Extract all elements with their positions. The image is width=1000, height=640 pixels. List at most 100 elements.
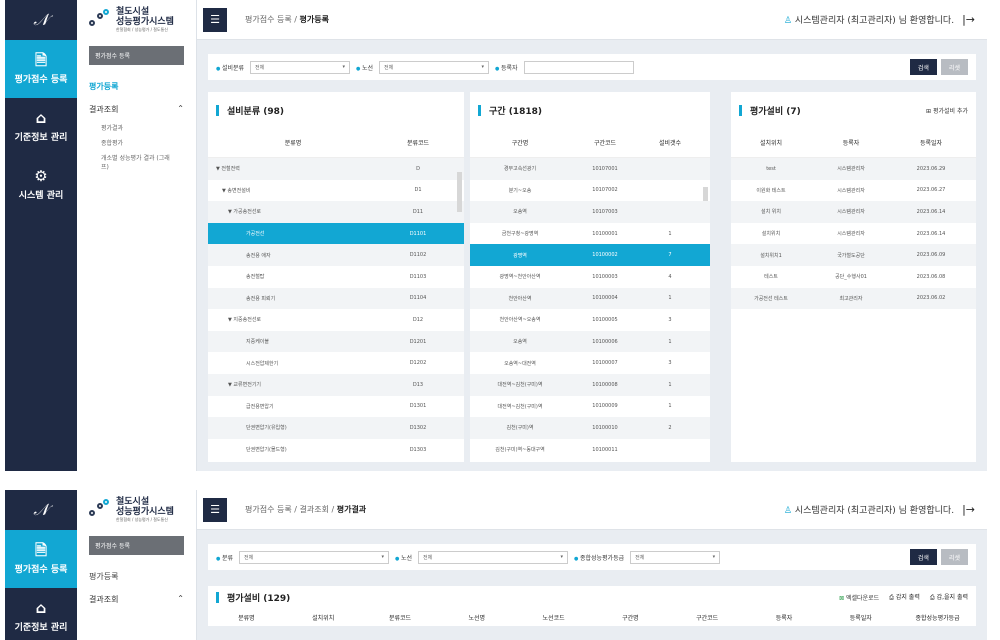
rail-item-system[interactable]: ⚙ 시스템 관리 (5, 156, 77, 214)
user-greeting[interactable]: ♙ 시스템관리자 (최고관리자) 님 환영합니다. (784, 503, 954, 516)
search-button[interactable]: 검색 (909, 549, 937, 565)
column-header[interactable]: 분류명 (208, 613, 285, 622)
add-equipment-button[interactable]: ⊞ 평가설비 추가 (926, 106, 968, 115)
logout-icon[interactable]: |→ (962, 503, 975, 516)
table-row[interactable]: 가공전선 D1101 (208, 222, 464, 245)
table-row[interactable]: 대전역~김천(구미)역 10100008 1 (470, 373, 710, 396)
line-select[interactable]: 전체 ▾ (418, 550, 568, 564)
table-row[interactable]: 설치위치1 국가철도공단 2023.06.09 (731, 244, 976, 266)
table-row[interactable]: ▼ 가공송전선로 D11 (208, 201, 464, 223)
line-select[interactable]: 전체 ▾ (379, 60, 490, 74)
search-button[interactable]: 검색 (909, 59, 937, 75)
user-greeting[interactable]: ♙ 시스템관리자 (최고관리자) 님 환영합니다. (784, 13, 954, 26)
table-row[interactable]: test 시스템관리자 2023.06.29 (731, 158, 976, 180)
registrant-input[interactable] (523, 60, 634, 74)
column-header[interactable]: 구간명 (592, 613, 669, 622)
table-row[interactable]: ▼ 전철전력 D (208, 158, 464, 180)
table-cell: 2023.06.27 (916, 187, 946, 194)
table-row[interactable]: 급전용변압기 D1301 (208, 396, 464, 418)
table-row[interactable]: 송전용 피뢰기 D1104 (208, 287, 464, 310)
logout-icon[interactable]: |→ (962, 13, 975, 26)
hamburger-icon[interactable]: ☰ (203, 497, 227, 522)
rail-item-standard-info[interactable]: ⌂ 기준정보 관리 (5, 98, 77, 156)
panel-results-title: 평가설비 (129) ⊠ 엑셀다운로드 ⎙ 갑지 출력 ⎙ 갑,을지 출력 (208, 586, 976, 608)
scrollbar[interactable] (703, 187, 708, 201)
print-ab-button[interactable]: ⎙ 갑,을지 출력 (930, 592, 968, 602)
hamburger-icon[interactable]: ☰ (203, 7, 227, 32)
submenu-results[interactable]: 결과조회 ⌃ (77, 588, 196, 611)
table-cell: 시스전압제한기 (246, 360, 279, 367)
table-cell: 천안아산역 (508, 295, 532, 302)
filter-bar: 분류 전체▾ 노선 전체▾ 종합성능평가등급 전체▾ 검색 리셋 (208, 544, 976, 570)
reset-button[interactable]: 리셋 (940, 549, 968, 565)
app-logo-icon[interactable]: 𝒩 (5, 0, 77, 40)
table-row[interactable]: 송전철탑 D1103 (208, 266, 464, 288)
table-row[interactable]: 광명역 10100002 7 (470, 244, 710, 266)
submenu-graph[interactable]: 개소별 성능평가 결과 (그래프) (77, 151, 196, 175)
rail-item-score-register[interactable]: 🗎 평가점수 등록 (5, 40, 77, 98)
chevron-down-icon: ▾ (712, 554, 716, 560)
table-cell: 1 (668, 295, 672, 302)
table-cell: 3 (668, 316, 672, 323)
column-header[interactable]: 설치위치 (285, 613, 362, 622)
table-row[interactable]: 테스트 공단_수행사01 2023.06.08 (731, 266, 976, 288)
table-row[interactable]: 시스전압제한기 D1202 (208, 352, 464, 374)
column-header[interactable]: 구간코드 (669, 613, 746, 622)
filter-label-grade: 종합성능평가등급 (574, 553, 624, 562)
category-select[interactable]: 전체 ▾ (250, 60, 351, 74)
column-header[interactable]: 노선코드 (515, 613, 592, 622)
reset-button[interactable]: 리셋 (940, 59, 968, 75)
table-row[interactable]: ▼ 송변전설비 D1 (208, 180, 464, 202)
table-row[interactable]: 오송역~대전역 10100007 3 (470, 352, 710, 374)
document-icon: 🗎 (34, 51, 48, 69)
table-cell: 10100011 (592, 446, 618, 453)
table-row[interactable]: 가공전선 테스트 최고관리자 2023.06.02 (731, 287, 976, 310)
table-row[interactable]: 김천(구미)역~동대구역 10100011 (470, 439, 710, 461)
column-header[interactable]: 분류코드 (362, 613, 439, 622)
table-cell: 10100009 (592, 403, 618, 410)
table-row[interactable]: ▼ 지중송전선로 D12 (208, 309, 464, 331)
table-row[interactable]: 단권변압기(몰드형) D1303 (208, 439, 464, 461)
table-row[interactable]: 설치 위치 시스템관리자 2023.06.14 (731, 201, 976, 223)
panel-equipment-title: 평가설비 (7) ⊞ 평가설비 추가 (731, 92, 976, 128)
table-row[interactable]: ▼ 교류변전기기 D13 (208, 373, 464, 396)
table-cell: 단권변압기(몰드형) (246, 447, 287, 454)
scrollbar[interactable] (457, 172, 462, 212)
table-row[interactable]: 지중케이블 D1201 (208, 330, 464, 353)
rail-item-score-register[interactable]: 🗎 평가점수 등록 (5, 530, 77, 588)
table-row[interactable]: 경부고속선광기 10107001 (470, 158, 710, 180)
table-row[interactable]: 천안아산역~오송역 10100005 3 (470, 309, 710, 331)
submenu-register[interactable]: 평가등록 (77, 565, 196, 588)
table-row[interactable]: 대전역~김천(구미)역 10100009 1 (470, 396, 710, 418)
column-header[interactable]: 등록일자 (822, 613, 899, 622)
column-header[interactable]: 노선명 (438, 613, 515, 622)
submenu-result[interactable]: 평가결과 (77, 121, 196, 136)
rail-item-standard-info[interactable]: ⌂ 기준정보 관리 (5, 588, 77, 640)
table-header: 분류명 분류코드 (208, 128, 464, 158)
column-header[interactable]: 종합성능평가등급 (899, 613, 976, 622)
app-logo-icon[interactable]: 𝒩 (5, 490, 77, 530)
add-box-icon: ⊞ (926, 107, 933, 115)
submenu-results[interactable]: 결과조회 ⌃ (77, 98, 196, 121)
table-row[interactable]: 오송역 10100006 1 (470, 330, 710, 353)
submenu-register[interactable]: 평가등록 (77, 75, 196, 98)
table-cell: 설치위치1 (760, 252, 782, 259)
table-row[interactable]: 이원화 테스트 시스템관리자 2023.06.27 (731, 180, 976, 202)
excel-download-button[interactable]: ⊠ 엑셀다운로드 (839, 593, 879, 602)
print-a-button[interactable]: ⎙ 갑지 출력 (889, 592, 920, 602)
table-row[interactable]: 송전용 애자 D1102 (208, 244, 464, 266)
table-row[interactable]: 광명역~천안아산역 10100003 4 (470, 266, 710, 288)
table-row[interactable]: 천안아산역 10100004 1 (470, 287, 710, 310)
table-row[interactable]: 금천구청~광명역 10100001 1 (470, 223, 710, 245)
table-cell: D1303 (409, 446, 427, 453)
table-row[interactable]: 설치위치 시스템관리자 2023.06.14 (731, 223, 976, 245)
brand-title-1: 철도시설 (116, 7, 150, 17)
table-row[interactable]: 오송역 10107003 (470, 201, 710, 223)
submenu-total[interactable]: 종합평가 (77, 136, 196, 151)
grade-select[interactable]: 전체 ▾ (630, 550, 721, 564)
table-row[interactable]: 김천(구미)역 10100010 2 (470, 417, 710, 439)
column-header[interactable]: 등록자 (746, 613, 823, 622)
table-row[interactable]: 분기~오송 10107002 (470, 180, 710, 202)
table-row[interactable]: 단권변압기(유입형) D1302 (208, 417, 464, 439)
category-select[interactable]: 전체 ▾ (239, 550, 389, 564)
